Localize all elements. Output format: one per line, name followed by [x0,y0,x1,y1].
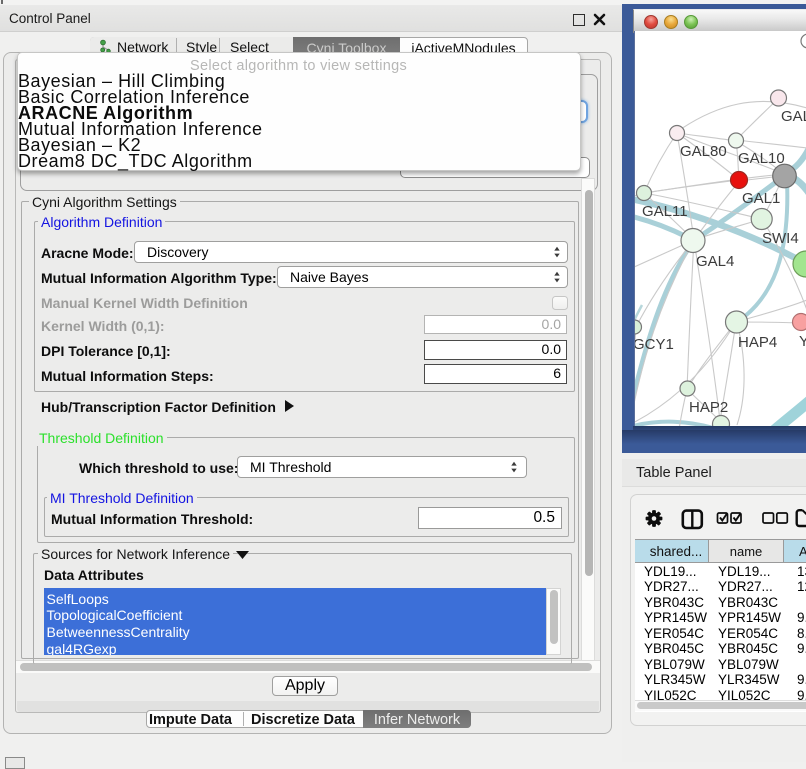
svg-text:GAL7: GAL7 [781,108,806,125]
svg-text:HAP2: HAP2 [689,399,728,416]
svg-text:SWI4: SWI4 [762,230,799,247]
svg-text:HAP4: HAP4 [738,334,777,351]
svg-text:GAL11: GAL11 [642,203,688,220]
svg-text:GAL10: GAL10 [738,150,785,167]
svg-text:GCY1: GCY1 [635,336,674,353]
svg-text:GAL4: GAL4 [696,253,734,270]
svg-text:GAL80: GAL80 [680,143,727,160]
svg-text:Y: Y [799,333,806,350]
svg-text:GAL1: GAL1 [742,190,780,207]
